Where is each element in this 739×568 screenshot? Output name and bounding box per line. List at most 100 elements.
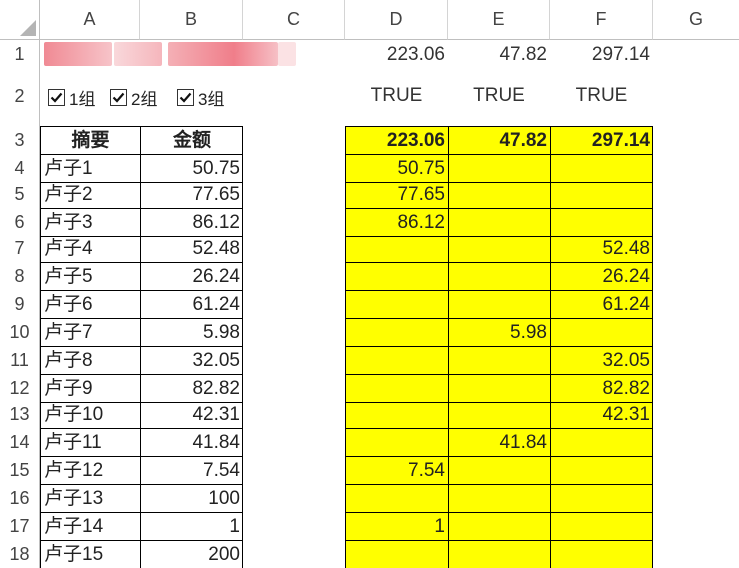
- table-cell-summary[interactable]: 卢子1: [40, 154, 140, 182]
- cell-e2[interactable]: TRUE: [448, 68, 550, 110]
- group1-cell[interactable]: 50.75: [345, 154, 448, 182]
- group3-cell[interactable]: [550, 456, 653, 484]
- table-cell-summary[interactable]: 卢子8: [40, 346, 140, 374]
- checkbox-group-3[interactable]: 3组: [177, 85, 224, 110]
- group2-cell[interactable]: [448, 346, 550, 374]
- group1-cell[interactable]: [345, 484, 448, 512]
- group1-cell[interactable]: 7.54: [345, 456, 448, 484]
- cell-f1[interactable]: 297.14: [550, 40, 653, 68]
- row-header-15[interactable]: 15: [0, 456, 40, 484]
- column-header-d[interactable]: D: [345, 0, 448, 40]
- table-cell-amount[interactable]: 52.48: [140, 236, 243, 262]
- group1-cell[interactable]: [345, 374, 448, 402]
- table-cell-summary[interactable]: 卢子7: [40, 318, 140, 346]
- group1-cell[interactable]: [345, 540, 448, 568]
- table-cell-amount[interactable]: 32.05: [140, 346, 243, 374]
- table-cell-summary[interactable]: 卢子6: [40, 290, 140, 318]
- group2-cell[interactable]: [448, 456, 550, 484]
- table-cell-summary[interactable]: 卢子12: [40, 456, 140, 484]
- group2-cell[interactable]: [448, 484, 550, 512]
- group2-cell[interactable]: [448, 290, 550, 318]
- total-cell-e[interactable]: 47.82: [448, 126, 550, 154]
- table-cell-summary[interactable]: 卢子2: [40, 182, 140, 208]
- checkbox-group-1[interactable]: 1组: [48, 85, 95, 110]
- table-cell-summary[interactable]: 卢子5: [40, 262, 140, 290]
- row-header-13[interactable]: 13: [0, 402, 40, 428]
- table-cell-summary[interactable]: 卢子15: [40, 540, 140, 568]
- group3-cell[interactable]: 26.24: [550, 262, 653, 290]
- select-all-corner[interactable]: [0, 0, 40, 40]
- row-header-8[interactable]: 8: [0, 262, 40, 290]
- table-cell-amount[interactable]: 50.75: [140, 154, 243, 182]
- table-cell-amount[interactable]: 5.98: [140, 318, 243, 346]
- total-cell-f[interactable]: 297.14: [550, 126, 653, 154]
- row-header-1[interactable]: 1: [0, 40, 40, 68]
- group1-cell[interactable]: [345, 262, 448, 290]
- group1-cell[interactable]: [345, 318, 448, 346]
- group2-cell[interactable]: [448, 208, 550, 236]
- group1-cell[interactable]: [345, 428, 448, 456]
- group1-cell[interactable]: [345, 346, 448, 374]
- table-cell-amount[interactable]: 41.84: [140, 428, 243, 456]
- group3-cell[interactable]: 52.48: [550, 236, 653, 262]
- group1-cell[interactable]: [345, 236, 448, 262]
- group2-cell[interactable]: [448, 402, 550, 428]
- group1-cell[interactable]: [345, 402, 448, 428]
- table-cell-amount[interactable]: 200: [140, 540, 243, 568]
- table-cell-amount[interactable]: 1: [140, 512, 243, 540]
- group2-cell[interactable]: [448, 154, 550, 182]
- row-header-16[interactable]: 16: [0, 484, 40, 512]
- group3-cell[interactable]: [550, 182, 653, 208]
- group1-cell[interactable]: 77.65: [345, 182, 448, 208]
- table-cell-summary[interactable]: 卢子14: [40, 512, 140, 540]
- group2-cell[interactable]: [448, 182, 550, 208]
- row-header-17[interactable]: 17: [0, 512, 40, 540]
- table-cell-summary[interactable]: 卢子13: [40, 484, 140, 512]
- group3-cell[interactable]: [550, 208, 653, 236]
- row-header-7[interactable]: 7: [0, 236, 40, 262]
- row-header-4[interactable]: 4: [0, 154, 40, 182]
- total-cell-d[interactable]: 223.06: [345, 126, 448, 154]
- table-cell-summary[interactable]: 卢子3: [40, 208, 140, 236]
- checkbox-checked-icon[interactable]: [48, 89, 65, 106]
- group3-cell[interactable]: 32.05: [550, 346, 653, 374]
- column-header-f[interactable]: F: [550, 0, 653, 40]
- group3-cell[interactable]: [550, 154, 653, 182]
- group1-cell[interactable]: 86.12: [345, 208, 448, 236]
- group2-cell[interactable]: 5.98: [448, 318, 550, 346]
- group2-cell[interactable]: [448, 262, 550, 290]
- cell-f2[interactable]: TRUE: [550, 68, 653, 110]
- group3-cell[interactable]: 61.24: [550, 290, 653, 318]
- group3-cell[interactable]: [550, 540, 653, 568]
- row-header-2[interactable]: 2: [0, 68, 40, 110]
- group2-cell[interactable]: [448, 540, 550, 568]
- group3-cell[interactable]: [550, 318, 653, 346]
- table-cell-amount[interactable]: 77.65: [140, 182, 243, 208]
- column-header-a[interactable]: A: [40, 0, 140, 40]
- table-cell-amount[interactable]: 26.24: [140, 262, 243, 290]
- cell-d1[interactable]: 223.06: [345, 40, 448, 68]
- group3-cell[interactable]: [550, 512, 653, 540]
- group2-cell[interactable]: [448, 512, 550, 540]
- header-cell-amount[interactable]: 金额: [140, 126, 243, 154]
- row-header-18[interactable]: 18: [0, 540, 40, 568]
- row-header-9[interactable]: 9: [0, 290, 40, 318]
- table-cell-summary[interactable]: 卢子10: [40, 402, 140, 428]
- group1-cell[interactable]: 1: [345, 512, 448, 540]
- checkbox-checked-icon[interactable]: [177, 89, 194, 106]
- group2-cell[interactable]: [448, 374, 550, 402]
- group3-cell[interactable]: [550, 484, 653, 512]
- group1-cell[interactable]: [345, 290, 448, 318]
- header-cell-summary[interactable]: 摘要: [40, 126, 140, 154]
- column-header-b[interactable]: B: [140, 0, 243, 40]
- table-cell-amount[interactable]: 86.12: [140, 208, 243, 236]
- row-header-3[interactable]: 3: [0, 110, 40, 154]
- group3-cell[interactable]: 82.82: [550, 374, 653, 402]
- row-header-10[interactable]: 10: [0, 318, 40, 346]
- checkbox-checked-icon[interactable]: [110, 89, 127, 106]
- table-cell-amount[interactable]: 61.24: [140, 290, 243, 318]
- row-header-14[interactable]: 14: [0, 428, 40, 456]
- checkbox-group-2[interactable]: 2组: [110, 85, 157, 110]
- table-cell-amount[interactable]: 82.82: [140, 374, 243, 402]
- row-header-6[interactable]: 6: [0, 208, 40, 236]
